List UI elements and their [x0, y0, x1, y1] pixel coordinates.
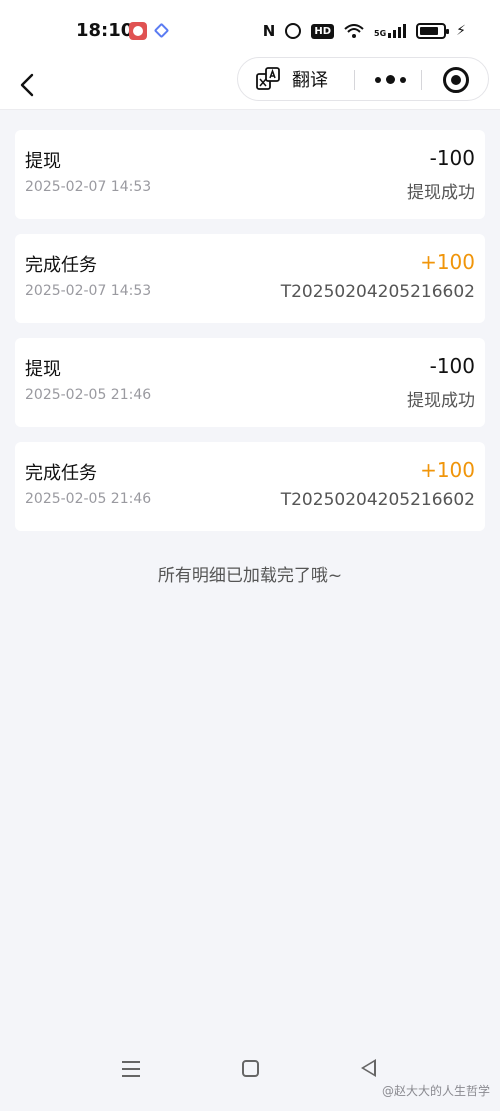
status-icons: N HD 5G ⚡: [263, 20, 466, 42]
watermark: @赵大大的人生哲学: [381, 1084, 490, 1098]
menu-icon[interactable]: [122, 1061, 140, 1077]
nfc-icon: N: [262, 22, 276, 40]
end-of-list-note: 所有明细已加载完了哦~: [157, 566, 343, 586]
app-diamond-icon: [153, 22, 170, 39]
wifi-icon: [344, 24, 364, 38]
battery-icon: [416, 23, 450, 39]
back-button[interactable]: [10, 66, 46, 102]
record-amount: -100: [429, 146, 475, 170]
alarm-icon: [285, 23, 302, 39]
charging-icon: ⚡: [456, 23, 466, 39]
record-time: 2025-02-07 14:53: [25, 283, 152, 299]
record-order-id: T20250204205216602: [280, 490, 475, 510]
record-title: 完成任务: [25, 255, 97, 276]
translate-label: 翻译: [292, 70, 328, 91]
back-triangle-icon[interactable]: [361, 1059, 376, 1077]
record-order-id: T20250204205216602: [280, 282, 475, 302]
record-status: 提现成功: [407, 183, 475, 203]
more-icon-right-dot: [400, 77, 406, 83]
record-time: 2025-02-05 21:46: [25, 491, 152, 507]
capsule-divider: [354, 70, 355, 90]
record-list: 提现 2025-02-07 14:53 -100 提现成功 完成任务 2025-…: [15, 130, 485, 546]
status-time: 18:10: [76, 20, 134, 41]
home-icon[interactable]: [242, 1060, 259, 1077]
translate-icon: [256, 67, 280, 91]
record-amount: +100: [420, 458, 475, 482]
record-card[interactable]: 完成任务 2025-02-07 14:53 +100 T202502042052…: [15, 234, 485, 323]
record-card[interactable]: 完成任务 2025-02-05 21:46 +100 T202502042052…: [15, 442, 485, 531]
nav-bar: 翻译: [0, 57, 500, 110]
system-nav-bar: @赵大大的人生哲学: [0, 1049, 500, 1111]
record-title: 提现: [25, 359, 61, 380]
signal-5g-icon: 5G: [374, 24, 407, 38]
more-icon-center-dot: [386, 75, 395, 84]
close-mini-program-button[interactable]: [443, 67, 469, 93]
record-time: 2025-02-05 21:46: [25, 387, 152, 403]
record-time: 2025-02-07 14:53: [25, 179, 152, 195]
hd-icon: HD: [311, 23, 335, 39]
record-card[interactable]: 提现 2025-02-05 21:46 -100 提现成功: [15, 338, 485, 427]
record-amount: +100: [420, 250, 475, 274]
more-button[interactable]: [368, 58, 418, 100]
translate-button[interactable]: 翻译: [256, 58, 328, 100]
app-shield-icon: [129, 22, 147, 40]
record-card[interactable]: 提现 2025-02-07 14:53 -100 提现成功: [15, 130, 485, 219]
status-bar: 18:10 N HD 5G ⚡: [0, 0, 500, 62]
record-title: 提现: [25, 151, 61, 172]
capsule-menu: 翻译: [237, 57, 489, 101]
back-icon: [20, 73, 34, 97]
more-icon: [375, 77, 381, 83]
signal-5g-label: 5G: [374, 29, 387, 38]
record-status: 提现成功: [407, 391, 475, 411]
record-title: 完成任务: [25, 463, 97, 484]
capsule-divider: [421, 70, 422, 90]
record-amount: -100: [429, 354, 475, 378]
